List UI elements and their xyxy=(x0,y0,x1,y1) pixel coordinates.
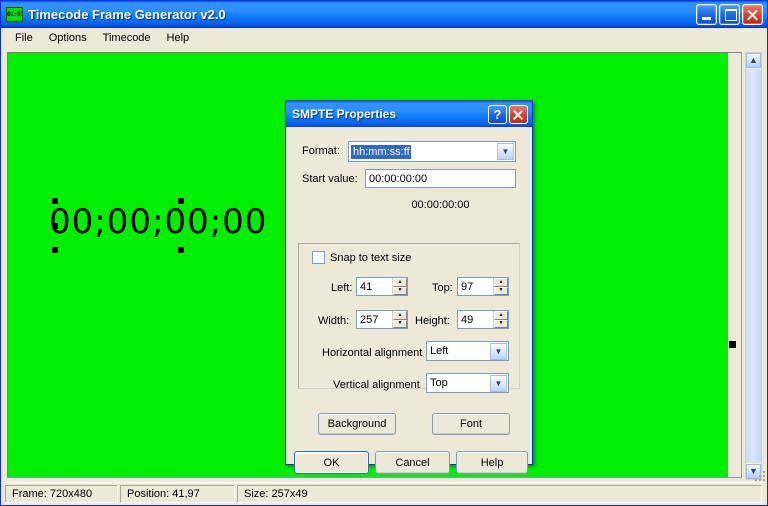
format-label-row: Format: xyxy=(302,145,340,157)
font-button[interactable]: Font xyxy=(432,413,510,435)
left-label: Left: xyxy=(331,282,353,294)
vertical-alignment-label: Vertical alignment xyxy=(333,379,420,391)
menu-item-file[interactable]: File xyxy=(7,30,41,46)
background-button[interactable]: Background xyxy=(318,413,396,435)
menu-item-options[interactable]: Options xyxy=(41,30,95,46)
format-value: hh:mm:ss:ff xyxy=(351,144,411,159)
caption-buttons xyxy=(696,3,763,25)
app-icon: 01:01 xyxy=(6,6,23,22)
status-size: Size: 257x49 xyxy=(237,484,762,503)
chevron-down-icon[interactable]: ▼ xyxy=(497,143,514,160)
left-spinner-buttons[interactable]: ▲ ▼ xyxy=(392,278,407,295)
width-label: Width: xyxy=(318,315,350,327)
width-spinner-down-icon[interactable]: ▼ xyxy=(393,319,407,328)
format-label: Format: xyxy=(302,145,340,157)
top-spinner-up-icon[interactable]: ▲ xyxy=(494,278,508,287)
chevron-down-icon[interactable]: ▼ xyxy=(490,343,507,360)
timecode-preview: 00:00:00:00 xyxy=(411,199,470,211)
timecode-object[interactable]: 00;00;00;00 xyxy=(49,199,306,248)
menu-item-help[interactable]: Help xyxy=(159,30,198,46)
canvas-right-edge-handle[interactable] xyxy=(729,341,736,348)
height-spinner[interactable]: 49 ▲ ▼ xyxy=(457,310,509,329)
menu-bar: File Options Timecode Help xyxy=(2,28,766,48)
top-label: Top: xyxy=(432,282,453,294)
dialog-title: SMPTE Properties xyxy=(292,107,397,121)
left-value: 41 xyxy=(360,280,373,293)
title-bar[interactable]: 01:01 Timecode Frame Generator v2.0 xyxy=(1,1,767,28)
horizontal-alignment-combobox[interactable]: Left ▼ xyxy=(426,341,509,361)
selection-handle-top-center[interactable] xyxy=(178,198,184,204)
window-title: Timecode Frame Generator v2.0 xyxy=(28,6,226,22)
width-value: 257 xyxy=(360,313,379,326)
help-button[interactable]: Help xyxy=(456,451,528,474)
menu-item-timecode[interactable]: Timecode xyxy=(95,30,159,46)
top-value: 97 xyxy=(461,280,474,293)
height-value: 49 xyxy=(461,313,474,326)
scroll-up-arrow-icon[interactable]: ▲ xyxy=(746,53,761,68)
selection-handle-middle-left[interactable] xyxy=(52,223,58,229)
snap-to-text-size-row[interactable]: Snap to text size xyxy=(312,251,411,264)
top-spinner[interactable]: 97 ▲ ▼ xyxy=(457,277,509,296)
width-spinner[interactable]: 257 ▲ ▼ xyxy=(356,310,408,329)
dialog-caption-buttons: ? xyxy=(488,104,528,124)
maximize-button[interactable] xyxy=(719,3,740,25)
height-spinner-up-icon[interactable]: ▲ xyxy=(494,311,508,320)
top-spinner-down-icon[interactable]: ▼ xyxy=(494,286,508,295)
cancel-button[interactable]: Cancel xyxy=(375,451,450,474)
horizontal-alignment-label: Horizontal alignment xyxy=(322,347,423,359)
dialog-close-button[interactable] xyxy=(509,104,528,124)
width-spinner-buttons[interactable]: ▲ ▼ xyxy=(392,311,407,328)
close-button[interactable] xyxy=(742,3,763,25)
status-frame: Frame: 720x480 xyxy=(5,484,118,503)
height-label: Height: xyxy=(415,315,450,327)
dialog-help-button[interactable]: ? xyxy=(488,104,507,124)
vertical-alignment-combobox[interactable]: Top ▼ xyxy=(426,373,509,393)
width-spinner-up-icon[interactable]: ▲ xyxy=(393,311,407,320)
start-value-label-row: Start value: xyxy=(302,173,358,185)
selection-handle-bottom-left[interactable] xyxy=(52,247,58,253)
left-spinner-up-icon[interactable]: ▲ xyxy=(393,278,407,287)
resize-grip[interactable] xyxy=(751,467,765,481)
minimize-button[interactable] xyxy=(696,3,717,25)
status-position: Position: 41,97 xyxy=(120,484,235,503)
snap-to-text-size-checkbox[interactable] xyxy=(312,251,325,264)
start-value-label: Start value: xyxy=(302,173,358,185)
ok-button[interactable]: OK xyxy=(294,451,369,474)
selection-handle-top-left[interactable] xyxy=(52,198,58,204)
smpte-properties-dialog: SMPTE Properties ? Format: hh:mm:ss:ff ▼… xyxy=(285,100,533,474)
height-spinner-down-icon[interactable]: ▼ xyxy=(494,319,508,328)
dialog-title-bar[interactable]: SMPTE Properties ? xyxy=(286,101,532,127)
start-value-input[interactable]: 00:00:00:00 xyxy=(365,169,516,188)
snap-to-text-size-label: Snap to text size xyxy=(330,251,412,264)
left-spinner-down-icon[interactable]: ▼ xyxy=(393,286,407,295)
selection-handle-bottom-center[interactable] xyxy=(178,247,184,253)
height-spinner-buttons[interactable]: ▲ ▼ xyxy=(493,311,508,328)
start-value-text: 00:00:00:00 xyxy=(369,172,428,185)
status-bar: Frame: 720x480 Position: 41,97 Size: 257… xyxy=(2,482,767,504)
scrollbar-track[interactable] xyxy=(746,69,761,463)
format-combobox[interactable]: hh:mm:ss:ff ▼ xyxy=(348,141,516,162)
top-spinner-buttons[interactable]: ▲ ▼ xyxy=(493,278,508,295)
chevron-down-icon[interactable]: ▼ xyxy=(490,375,507,392)
vertical-scrollbar[interactable]: ▲ ▼ xyxy=(745,52,762,480)
left-spinner[interactable]: 41 ▲ ▼ xyxy=(356,277,408,296)
application-window: 01:01 Timecode Frame Generator v2.0 File… xyxy=(0,0,768,506)
